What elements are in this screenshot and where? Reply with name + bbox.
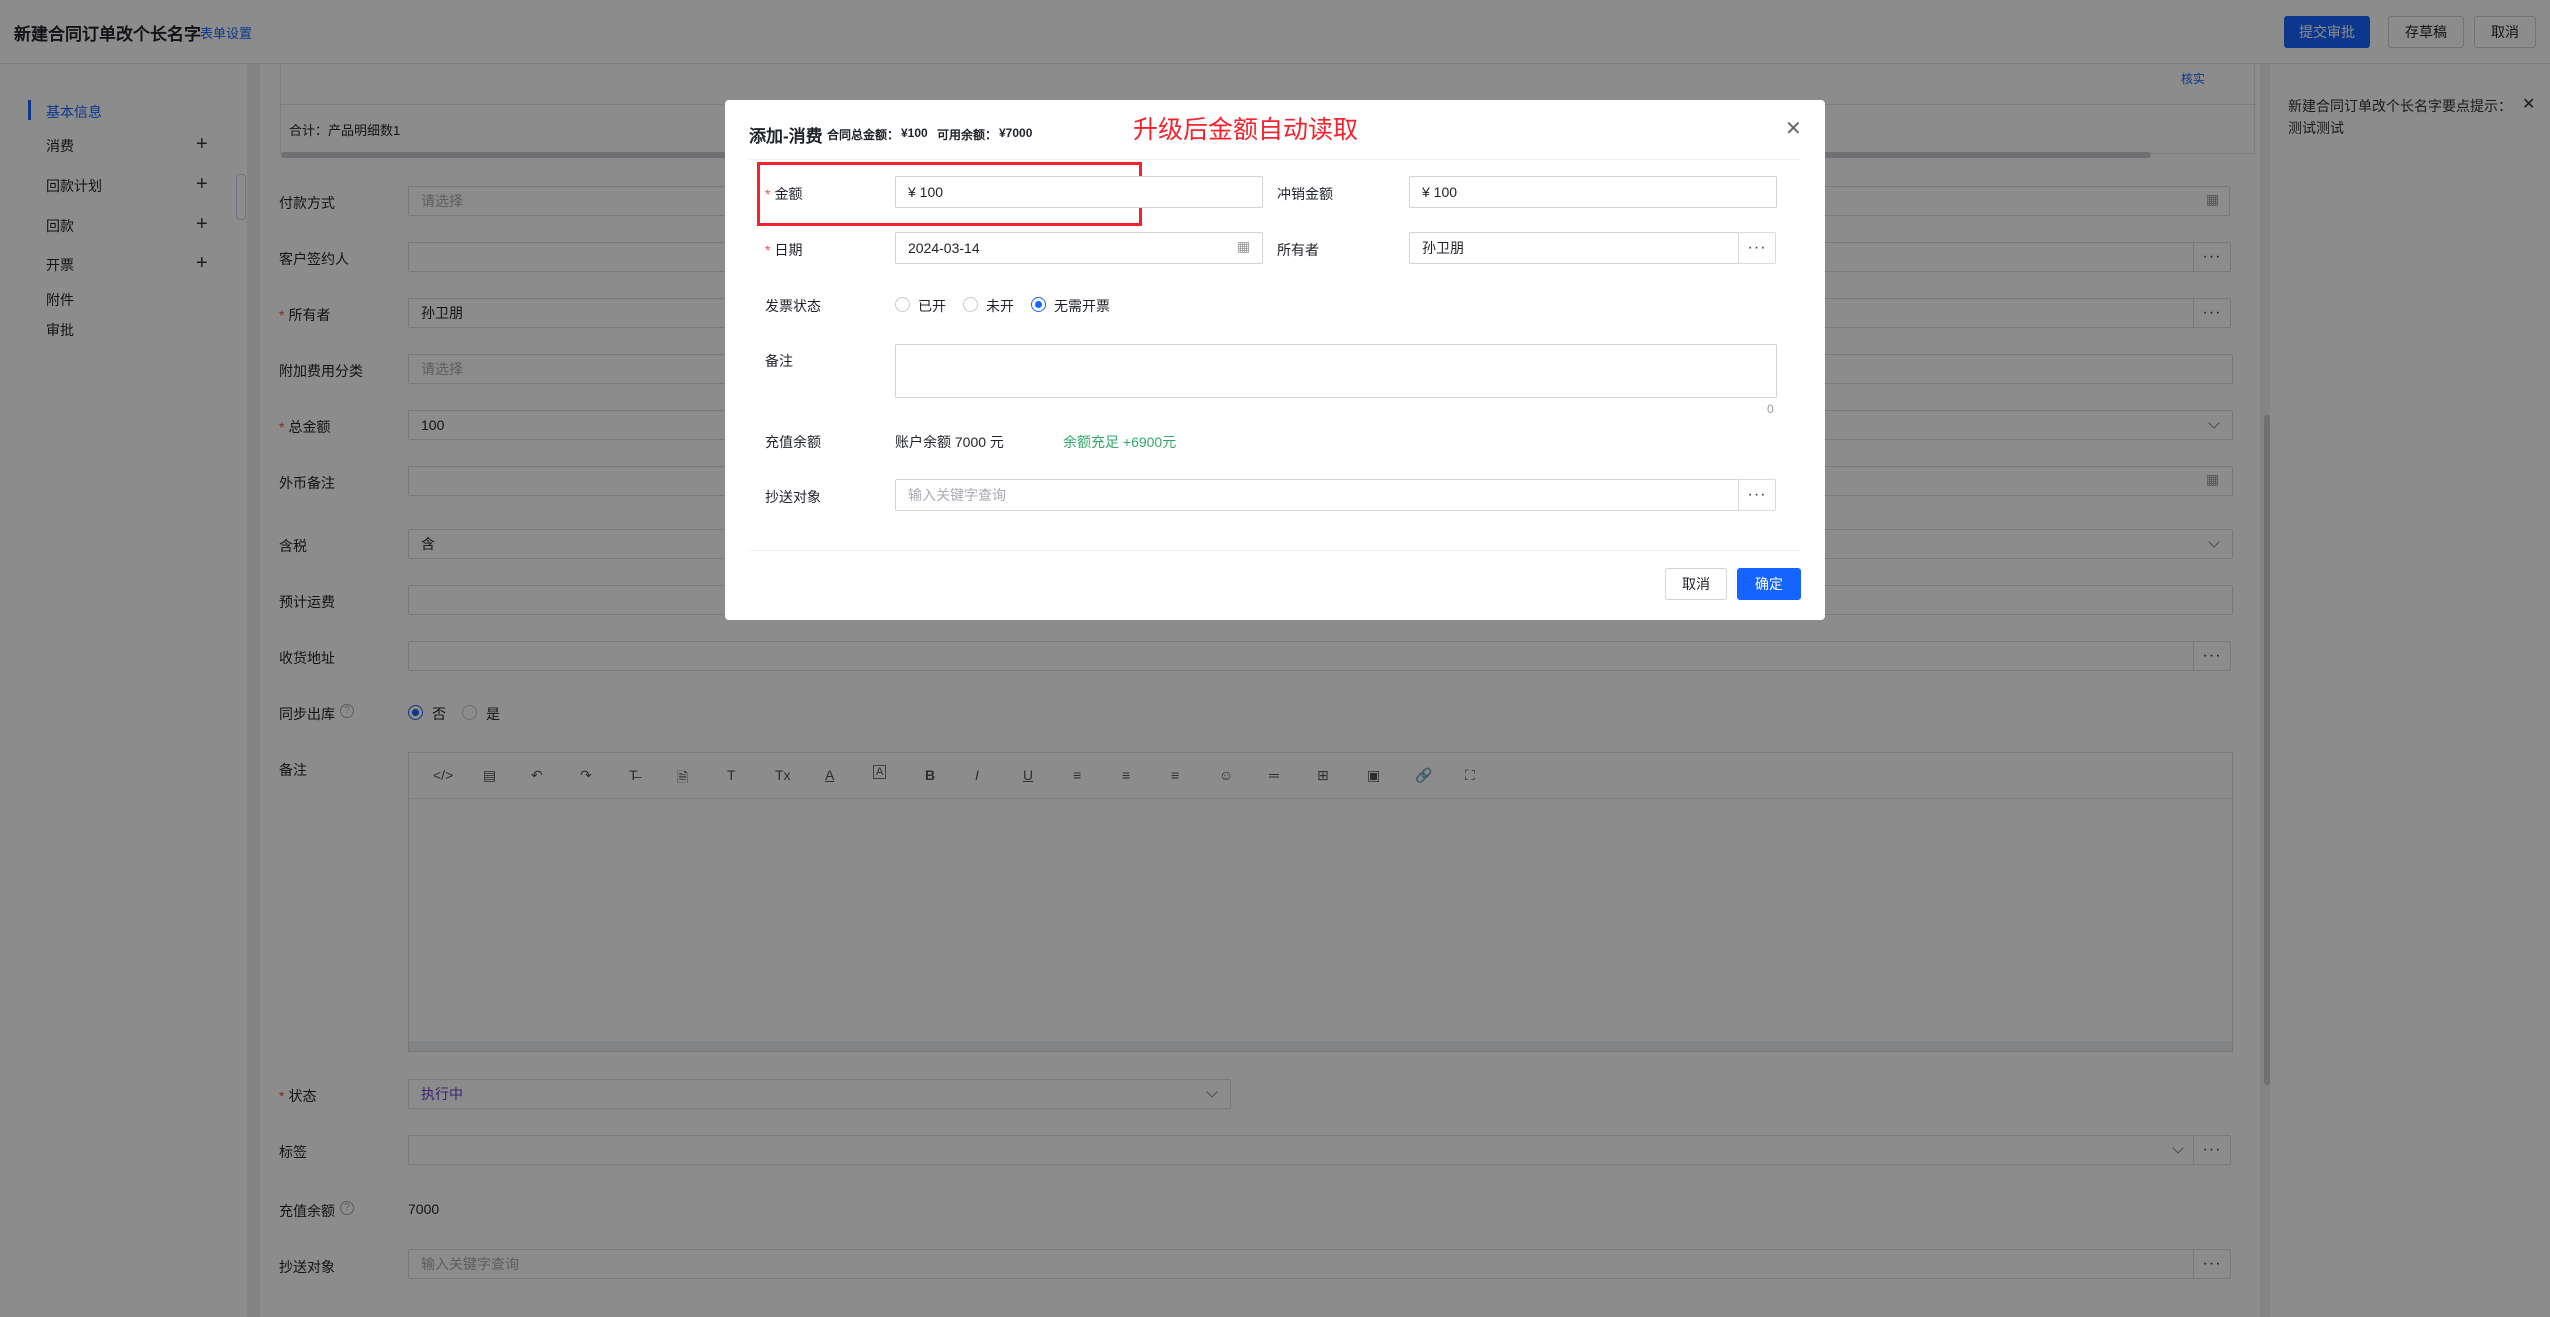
invoice-status-label: 发票状态: [765, 298, 821, 314]
modal-cc-input[interactable]: 输入关键字查询: [895, 479, 1739, 511]
modal-title: 添加-消费: [749, 127, 823, 146]
close-icon[interactable]: ✕: [1785, 116, 1802, 141]
contract-total-value: ¥100: [901, 126, 928, 140]
remarks-char-count: 0: [1767, 402, 1774, 416]
footer-divider: [749, 550, 1801, 551]
header-divider: [749, 159, 1801, 160]
modal-recharge-balance-value: 账户余额 7000 元: [895, 434, 1004, 450]
modal-cc-more-icon[interactable]: ···: [1738, 479, 1776, 511]
calendar-icon: ▦: [1237, 238, 1251, 254]
amount-input[interactable]: ¥ 100: [895, 176, 1263, 208]
modal-confirm-button[interactable]: 确定: [1737, 568, 1801, 600]
offset-amount-label: 冲销金额: [1277, 186, 1333, 202]
modal-cancel-button[interactable]: 取消: [1665, 568, 1727, 600]
amount-label: 金额: [765, 184, 802, 204]
invoice-not-required-radio[interactable]: [1031, 297, 1046, 312]
modal-remarks-textarea[interactable]: [895, 344, 1777, 398]
invoice-not-issued-label: 未开: [986, 298, 1014, 314]
modal-owner-input[interactable]: 孙卫朋: [1409, 232, 1739, 264]
invoice-issued-radio[interactable]: [895, 297, 910, 312]
invoice-not-required-label: 无需开票: [1054, 298, 1110, 314]
balance-sufficient-hint: 余额充足 +6900元: [1063, 434, 1177, 450]
invoice-issued-label: 已开: [918, 298, 946, 314]
date-input[interactable]: 2024-03-14: [895, 232, 1263, 264]
modal-recharge-balance-label: 充值余额: [765, 434, 821, 450]
annotation-text: 升级后金额自动读取: [1133, 116, 1359, 144]
modal-cc-label: 抄送对象: [765, 489, 821, 505]
offset-amount-input[interactable]: ¥ 100: [1409, 176, 1777, 208]
modal-owner-more-icon[interactable]: ···: [1738, 232, 1776, 264]
modal-owner-label: 所有者: [1277, 242, 1319, 258]
invoice-not-issued-radio[interactable]: [963, 297, 978, 312]
available-balance-label: 可用余额：: [937, 128, 998, 142]
add-consumption-modal: 添加-消费 合同总金额： ¥100 可用余额： ¥7000 升级后金额自动读取 …: [725, 100, 1825, 620]
date-label: 日期: [765, 240, 802, 260]
contract-total-label: 合同总金额：: [827, 128, 900, 142]
modal-remarks-label: 备注: [765, 353, 793, 369]
available-balance-value: ¥7000: [999, 126, 1033, 140]
